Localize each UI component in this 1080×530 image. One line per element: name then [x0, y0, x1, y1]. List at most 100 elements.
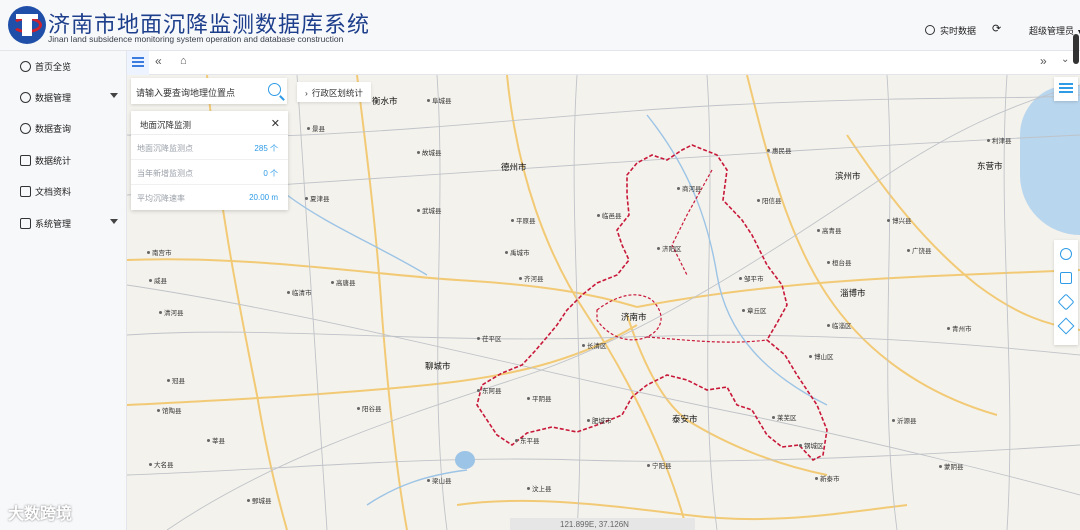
system-subtitle: Jinan land subsidence monitoring system … [48, 34, 344, 44]
sidebar-item-label: 文档资料 [35, 186, 72, 197]
map-county-label: 阳谷县 [357, 403, 382, 413]
sidebar-item-data-statistics[interactable]: 数据统计 [20, 151, 120, 169]
map-county-label: 阳信县 [757, 195, 782, 205]
map-county-label: 长清区 [582, 340, 607, 350]
map-county-label: 广饶县 [907, 245, 932, 255]
map-county-label: 冠县 [167, 375, 185, 385]
map-canvas[interactable]: 德州市 济南市 淄博市 聊城市 泰安市 滨州市 东营市 衡水市 夏津县 武城县 … [127, 75, 1080, 530]
bar-chart-icon [20, 154, 31, 166]
measure-distance-icon[interactable] [1057, 293, 1075, 311]
top-header: 济南市地面沉降监测数据库系统 Jinan land subsidence mon… [0, 0, 1080, 51]
map-county-label: 威县 [149, 275, 167, 285]
map-county-label: 高唐县 [331, 277, 356, 287]
coordinate-readout: 121.899E, 37.126N [510, 518, 695, 530]
map-city-label: 聊城市 [425, 361, 451, 371]
map-county-label: 东阿县 [477, 385, 502, 395]
map-county-label: 故城县 [417, 147, 442, 157]
map-city-label: 泰安市 [672, 414, 698, 424]
stat-label: 平均沉降速率 [137, 194, 185, 203]
sidebar-item-label: 数据管理 [35, 92, 72, 103]
map-city-label: 衡水市 [372, 96, 398, 106]
map-county-label: 桓台县 [827, 257, 852, 267]
menu-toggle-icon[interactable] [127, 51, 149, 75]
map-city-label: 滨州市 [835, 171, 861, 181]
search-icon[interactable] [268, 83, 281, 96]
map-county-label: 高青县 [817, 225, 842, 235]
sidebar-item-system-management[interactable]: 系统管理 [20, 214, 120, 232]
user-label: 超级管理员 [1029, 26, 1075, 36]
settings-icon [20, 217, 31, 229]
sidebar-item-label: 系统管理 [35, 218, 72, 229]
map-county-label: 利津县 [987, 135, 1012, 145]
map-county-label: 鄄城县 [247, 495, 272, 505]
map-city-label: 淄博市 [840, 288, 866, 298]
cube-icon [20, 60, 31, 72]
map-county-label: 青州市 [947, 323, 972, 333]
map-county-label: 博山区 [809, 351, 834, 361]
map-county-label: 蒙阴县 [939, 461, 964, 471]
map-city-label: 德州市 [501, 162, 527, 172]
sidebar-item-label: 数据查询 [35, 123, 72, 134]
home-tab-icon[interactable]: ⌂ [180, 55, 187, 67]
close-icon[interactable]: ✕ [271, 117, 280, 130]
sidebar-item-label: 首页全览 [35, 61, 72, 72]
map-county-label: 平阴县 [527, 393, 552, 403]
stat-value: 285 个 [254, 144, 278, 153]
stat-value: 0 个 [263, 169, 278, 178]
map-county-label: 东平县 [515, 435, 540, 445]
sidebar-item-home[interactable]: 首页全览 [20, 57, 120, 75]
sidebar-item-data-query[interactable]: 数据查询 [20, 119, 120, 137]
document-icon [20, 185, 31, 197]
double-chevron-left-icon[interactable]: « [155, 54, 162, 68]
sidebar-item-data-management[interactable]: 数据管理 [20, 88, 120, 106]
map-county-label: 惠民县 [767, 145, 792, 155]
search-placeholder: 请输入要查询地理位置点 [136, 88, 236, 98]
realtime-icon [925, 25, 935, 35]
panel-title: 地面沉降监测 [131, 111, 288, 135]
map-county-label: 武城县 [417, 205, 442, 215]
map-county-label: 宁阳县 [647, 460, 672, 470]
map-city-label: 济南市 [621, 312, 647, 322]
chevron-down-icon [110, 93, 118, 98]
chart-line-icon [20, 122, 31, 134]
region-statistics-button[interactable]: › 行政区划统计 [297, 82, 371, 102]
location-search-input[interactable]: 请输入要查询地理位置点 [131, 78, 287, 104]
map-county-label: 临清市 [287, 287, 312, 297]
chevron-down-icon [110, 219, 118, 224]
measure-area-icon[interactable] [1060, 272, 1072, 284]
map-county-label: 南宫市 [147, 247, 172, 257]
map-county-label: 商河县 [677, 183, 702, 193]
realtime-label: 实时数据 [940, 26, 977, 36]
double-chevron-right-icon[interactable]: » [1040, 54, 1047, 68]
map-county-label: 清河县 [159, 307, 184, 317]
clear-icon[interactable] [1057, 317, 1075, 335]
map-county-label: 临邑县 [597, 210, 622, 220]
sidebar-item-documents[interactable]: 文档资料 [20, 182, 120, 200]
sidebar-item-label: 数据统计 [35, 155, 72, 166]
app-window: 济南市地面沉降监测数据库系统 Jinan land subsidence mon… [0, 0, 1080, 530]
map-county-label: 肥城市 [587, 415, 612, 425]
map-county-label: 莘县 [207, 435, 225, 445]
layer-filter-button[interactable] [1054, 77, 1078, 101]
refresh-icon[interactable]: ⟳ [992, 22, 1001, 35]
stat-label: 地面沉降监测点 [137, 144, 193, 153]
reset-view-icon[interactable] [1060, 248, 1072, 260]
tab-bar: « ⌂ » ⌄ [127, 51, 1080, 75]
stat-row: 地面沉降监测点 285 个 [131, 135, 288, 160]
scrollbar[interactable] [1073, 34, 1079, 64]
map-county-label: 大名县 [149, 459, 174, 469]
lake [455, 451, 475, 469]
subsidence-stats-panel: 地面沉降监测 ✕ 地面沉降监测点 285 个 当年新增监测点 0 个 平均沉降速… [131, 111, 288, 210]
app-logo [8, 6, 46, 44]
map-county-label: 景县 [307, 123, 325, 133]
stat-row: 当年新增监测点 0 个 [131, 160, 288, 185]
stat-row: 平均沉降速率 20.00 m [131, 185, 288, 210]
chevron-down-icon[interactable]: ⌄ [1061, 54, 1069, 65]
realtime-data-link[interactable]: 实时数据 [925, 24, 976, 37]
map-county-label: 齐河县 [519, 273, 544, 283]
map-county-label: 阜城县 [427, 95, 452, 105]
map-county-label: 钢城区 [799, 440, 824, 450]
map-county-label: 汶上县 [527, 483, 552, 493]
map-county-label: 馆陶县 [157, 405, 182, 415]
sidebar: 首页全览 数据管理 数据查询 数据统计 文档资料 系统管理 [0, 51, 127, 530]
